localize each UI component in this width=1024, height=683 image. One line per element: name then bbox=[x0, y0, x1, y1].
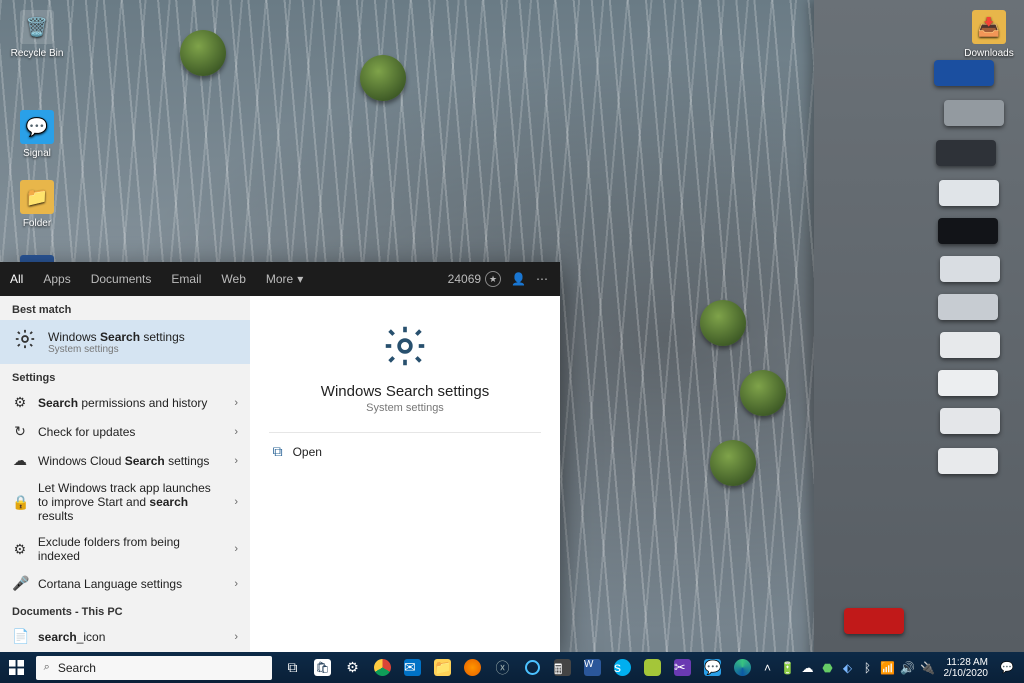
search-tabs: All Apps Documents Email Web More▾ bbox=[0, 262, 313, 296]
section-documents: Documents - This PC bbox=[0, 598, 250, 622]
cloud-icon: ☁ bbox=[12, 452, 28, 469]
chevron-right-icon: › bbox=[234, 496, 238, 508]
task-view-button[interactable]: ⧉ bbox=[278, 652, 308, 683]
chevron-right-icon: › bbox=[234, 426, 238, 438]
mic-icon: 🎤 bbox=[12, 575, 28, 592]
desktop-icon-folder[interactable]: 📁 Folder bbox=[6, 180, 68, 229]
options-icon[interactable]: ⋯ bbox=[536, 272, 548, 286]
system-tray: ˄ 🔋 ☁ ⬣ ⬖ ᛒ 📶 🔊 🔌 11:28 AM 2/10/2020 💬 bbox=[758, 652, 1024, 683]
chevron-right-icon: › bbox=[234, 578, 238, 590]
tab-web[interactable]: Web bbox=[211, 262, 255, 296]
gear-icon: ⚙ bbox=[12, 541, 28, 558]
tray-overflow-button[interactable]: ˄ bbox=[758, 652, 778, 683]
rewards-points: 24069 bbox=[448, 272, 481, 286]
lock-icon: 🔒 bbox=[12, 494, 28, 511]
tray-bluetooth-icon[interactable]: ᛒ bbox=[858, 652, 878, 683]
action-center-button[interactable]: 💬 bbox=[994, 652, 1020, 683]
taskbar-app-settings[interactable]: ⚙ bbox=[338, 652, 368, 683]
tray-dropbox-icon[interactable]: ⬖ bbox=[838, 652, 858, 683]
rewards-indicator[interactable]: 24069 ★ bbox=[448, 271, 501, 287]
tab-documents[interactable]: Documents bbox=[81, 262, 162, 296]
divider bbox=[269, 432, 542, 433]
taskbar-app-edge[interactable] bbox=[728, 652, 758, 683]
tray-wifi-icon[interactable]: 📶 bbox=[878, 652, 898, 683]
taskbar-app-snip[interactable]: ✂ bbox=[668, 652, 698, 683]
search-results-list: Best match Windows Search settings Syste… bbox=[0, 296, 250, 652]
clock-time: 11:28 AM bbox=[944, 657, 989, 668]
search-preview-pane: Windows Search settings System settings … bbox=[250, 296, 560, 652]
desktop-icon-label: Downloads bbox=[958, 48, 1020, 59]
gear-icon: ⚙ bbox=[12, 394, 28, 411]
taskbar-app-signal[interactable]: 💬 bbox=[698, 652, 728, 683]
taskbar: ⌕ ⧉ 🛍 ⚙ ✉ 📁 ⓧ 🖩 W s ✂ 💬 ˄ 🔋 ☁ ⬣ ⬖ ᛒ 📶 🔊 … bbox=[0, 652, 1024, 683]
clock-date: 2/10/2020 bbox=[944, 668, 989, 679]
preview-title: Windows Search settings bbox=[321, 383, 489, 400]
taskbar-app-explorer[interactable]: 📁 bbox=[428, 652, 458, 683]
folder-icon: 📁 bbox=[20, 180, 54, 214]
gear-icon bbox=[12, 328, 38, 356]
refresh-icon: ↻ bbox=[12, 423, 28, 440]
tray-vpn-icon[interactable]: ⬣ bbox=[818, 652, 838, 683]
open-icon: ⧉ bbox=[273, 443, 283, 460]
taskbar-pinned-apps: ⧉ 🛍 ⚙ ✉ 📁 ⓧ 🖩 W s ✂ 💬 bbox=[278, 652, 758, 683]
result-cortana-language[interactable]: 🎤 Cortana Language settings › bbox=[0, 569, 250, 598]
taskbar-app-chrome[interactable] bbox=[368, 652, 398, 683]
rewards-badge-icon: ★ bbox=[485, 271, 501, 287]
taskbar-app-mail[interactable]: ✉ bbox=[398, 652, 428, 683]
action-label: Open bbox=[293, 445, 322, 459]
downloads-icon: 📥 bbox=[972, 10, 1006, 44]
result-exclude-folders[interactable]: ⚙ Exclude folders from being indexed › bbox=[0, 529, 250, 569]
desktop-icon-label: Signal bbox=[6, 148, 68, 159]
taskbar-app-skype[interactable]: s bbox=[608, 652, 638, 683]
tray-power-icon[interactable]: 🔌 bbox=[918, 652, 938, 683]
result-track-launches[interactable]: 🔒 Let Windows track app launches to impr… bbox=[0, 475, 250, 529]
chevron-right-icon: › bbox=[234, 543, 238, 555]
desktop-icon-signal[interactable]: 💬 Signal bbox=[6, 110, 68, 159]
taskbar-app-firefox[interactable] bbox=[458, 652, 488, 683]
tab-more[interactable]: More▾ bbox=[256, 262, 313, 296]
chevron-right-icon: › bbox=[234, 397, 238, 409]
tab-all[interactable]: All bbox=[0, 262, 33, 296]
chevron-right-icon: › bbox=[234, 631, 238, 643]
result-cloud-search[interactable]: ☁ Windows Cloud Search settings › bbox=[0, 446, 250, 475]
result-doc-search-icon[interactable]: 📄 search_icon › bbox=[0, 622, 250, 651]
taskbar-app-xbox[interactable]: ⓧ bbox=[488, 652, 518, 683]
action-open[interactable]: ⧉ Open bbox=[269, 435, 542, 468]
preview-subtitle: System settings bbox=[366, 402, 444, 414]
desktop-icon-downloads[interactable]: 📥 Downloads bbox=[958, 10, 1020, 59]
taskbar-app-word[interactable]: W bbox=[578, 652, 608, 683]
chevron-right-icon: › bbox=[234, 455, 238, 467]
search-icon: ⌕ bbox=[44, 661, 50, 674]
taskbar-app-cortana[interactable] bbox=[518, 652, 548, 683]
document-icon: 📄 bbox=[12, 628, 28, 645]
taskbar-app-store[interactable]: 🛍 bbox=[308, 652, 338, 683]
feedback-icon[interactable]: 👤 bbox=[511, 272, 526, 286]
tray-volume-icon[interactable]: 🔊 bbox=[898, 652, 918, 683]
section-settings: Settings bbox=[0, 364, 250, 388]
start-button[interactable] bbox=[0, 652, 34, 683]
search-input[interactable] bbox=[58, 661, 264, 675]
tab-apps[interactable]: Apps bbox=[33, 262, 80, 296]
tray-battery-icon[interactable]: 🔋 bbox=[778, 652, 798, 683]
taskbar-clock[interactable]: 11:28 AM 2/10/2020 bbox=[938, 657, 995, 679]
taskbar-app-android[interactable] bbox=[638, 652, 668, 683]
search-flyout: All Apps Documents Email Web More▾ 24069… bbox=[0, 262, 560, 652]
windows-logo-icon bbox=[9, 660, 24, 675]
result-windows-search-settings[interactable]: Windows Search settings System settings bbox=[0, 320, 250, 364]
result-check-updates[interactable]: ↻ Check for updates › bbox=[0, 417, 250, 446]
gear-icon bbox=[383, 324, 427, 373]
search-top-bar: All Apps Documents Email Web More▾ 24069… bbox=[0, 262, 560, 296]
section-best-match: Best match bbox=[0, 296, 250, 320]
desktop-icon-label: Recycle Bin bbox=[6, 48, 68, 59]
tab-email[interactable]: Email bbox=[161, 262, 211, 296]
recycle-bin-icon: 🗑️ bbox=[20, 10, 54, 44]
chevron-down-icon: ▾ bbox=[297, 272, 303, 286]
taskbar-app-calculator[interactable]: 🖩 bbox=[548, 652, 578, 683]
signal-icon: 💬 bbox=[20, 110, 54, 144]
result-search-permissions[interactable]: ⚙ Search permissions and history › bbox=[0, 388, 250, 417]
desktop-icon-label: Folder bbox=[6, 218, 68, 229]
desktop-icon-recycle-bin[interactable]: 🗑️ Recycle Bin bbox=[6, 10, 68, 59]
tray-onedrive-icon[interactable]: ☁ bbox=[798, 652, 818, 683]
taskbar-search-box[interactable]: ⌕ bbox=[36, 656, 272, 680]
